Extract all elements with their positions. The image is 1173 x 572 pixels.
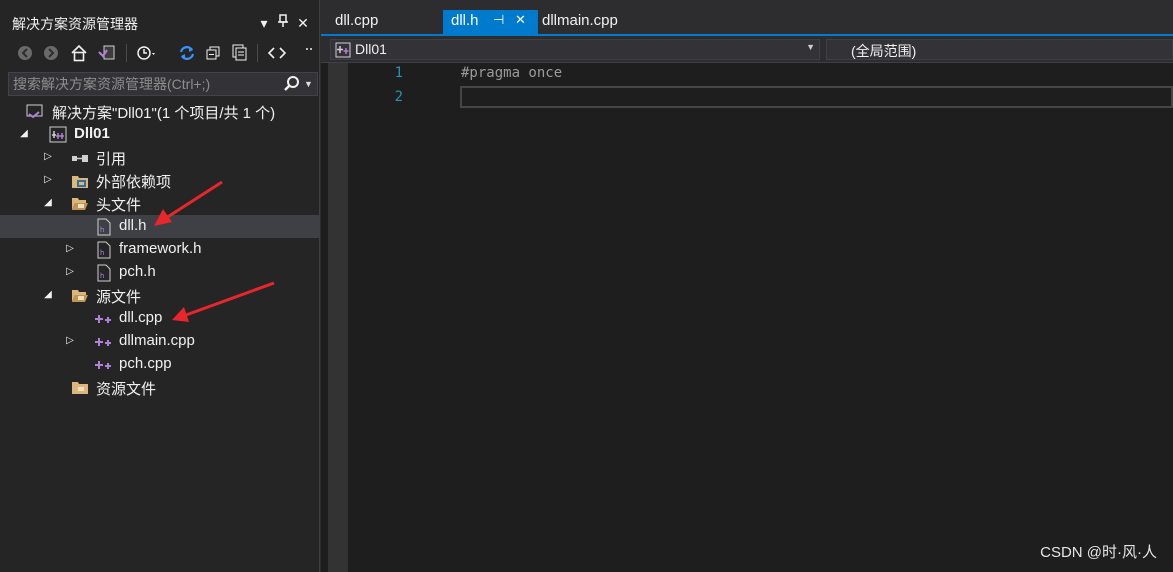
external-deps-label: 外部依赖项: [96, 174, 172, 191]
pch-cpp-label: pch.cpp: [119, 355, 172, 372]
tab-label: dll.h: [451, 12, 479, 29]
tab-label: dll.cpp: [335, 12, 379, 29]
expand-arrow-icon[interactable]: ▷: [42, 150, 54, 164]
code-editor[interactable]: 1 #pragma once 2 CSDN @时·风·人: [321, 63, 1173, 572]
tree-item-resource-folder[interactable]: 资源文件: [0, 376, 320, 399]
code-view-icon[interactable]: [266, 42, 288, 64]
explorer-title-bar: 解决方案资源管理器 ▾ ✕: [0, 10, 320, 36]
svg-text:h: h: [100, 226, 104, 234]
cpp-file-icon: [95, 333, 113, 351]
dll-cpp-label: dll.cpp: [119, 309, 163, 326]
search-icon[interactable]: [283, 75, 301, 93]
close-tab-icon[interactable]: ✕: [515, 12, 526, 28]
project-label: Dll01: [74, 125, 110, 142]
cpp-file-icon: [95, 356, 113, 374]
collapse-all-icon[interactable]: [202, 42, 224, 64]
refresh-icon[interactable]: [176, 42, 198, 64]
references-label: 引用: [96, 151, 127, 168]
current-line-highlight[interactable]: [460, 86, 1173, 108]
tree-item-external-deps[interactable]: ▷ 外部依赖项: [0, 169, 320, 192]
tree-item-pch-h[interactable]: ▷ h pch.h: [0, 261, 320, 284]
header-file-icon: h: [95, 241, 113, 259]
solution-explorer: 解决方案资源管理器 ▾ ✕ 搜索解决方案资源管理器(Ctrl+;) ▼ 解决方案…: [0, 0, 320, 572]
expand-arrow-icon[interactable]: ▷: [64, 334, 76, 348]
document-tab-bar: dll.cpp dll.h ⊣ ✕ dllmain.cpp: [321, 0, 1173, 36]
explorer-search-box[interactable]: ▼: [8, 72, 318, 96]
tab-dll-cpp[interactable]: dll.cpp: [327, 10, 386, 34]
folder-icon: [71, 379, 89, 397]
tree-item-dll-h[interactable]: h dll.h: [0, 215, 320, 238]
framework-h-label: framework.h: [119, 240, 202, 257]
tree-item-header-folder[interactable]: ◢ 头文件: [0, 192, 320, 215]
explorer-toolbar: [0, 38, 320, 68]
project-icon: [335, 42, 351, 58]
editor-margin: [328, 63, 348, 572]
code-line[interactable]: #pragma once: [461, 65, 562, 81]
navigation-bar: Dll01 ▼ (全局范围): [321, 36, 1173, 63]
header-folder-label: 头文件: [96, 197, 142, 214]
tab-label: dllmain.cpp: [542, 12, 618, 29]
tab-dll-h[interactable]: dll.h ⊣ ✕: [443, 10, 538, 34]
explorer-title: 解决方案资源管理器: [12, 16, 138, 32]
solution-label: 解决方案"Dll01"(1 个项目/共 1 个): [52, 105, 276, 122]
scope-dropdown-value: (全局范围): [851, 43, 917, 59]
search-options-dropdown[interactable]: ▼: [304, 77, 314, 91]
watermark: CSDN @时·风·人: [1040, 544, 1157, 561]
tree-item-project[interactable]: ◢ Dll01: [0, 123, 320, 146]
project-dropdown[interactable]: Dll01 ▼: [330, 39, 820, 60]
tree-item-solution[interactable]: 解决方案"Dll01"(1 个项目/共 1 个): [0, 100, 320, 123]
explorer-search-input[interactable]: [13, 75, 283, 93]
show-all-files-icon[interactable]: [228, 42, 250, 64]
dll-h-label: dll.h: [119, 217, 147, 234]
line-number: 1: [394, 65, 403, 81]
expand-arrow-icon[interactable]: ▷: [64, 242, 76, 256]
header-file-icon: h: [95, 218, 113, 236]
tree-item-pch-cpp[interactable]: pch.cpp: [0, 353, 320, 376]
scope-dropdown[interactable]: (全局范围): [826, 39, 1173, 60]
project-dropdown-value: Dll01: [355, 41, 387, 57]
expand-arrow-icon[interactable]: ▷: [64, 265, 76, 279]
tree-item-source-folder[interactable]: ◢ 源文件: [0, 284, 320, 307]
pin-icon[interactable]: [274, 13, 292, 33]
source-folder-label: 源文件: [96, 289, 142, 306]
forward-icon[interactable]: [40, 42, 62, 64]
svg-text:h: h: [100, 249, 104, 257]
dllmain-cpp-label: dllmain.cpp: [119, 332, 195, 349]
switch-views-icon[interactable]: [96, 42, 118, 64]
external-deps-icon: [71, 172, 89, 190]
line-number: 2: [394, 89, 403, 105]
collapse-arrow-icon[interactable]: ◢: [42, 288, 54, 302]
pch-h-label: pch.h: [119, 263, 156, 280]
back-icon[interactable]: [14, 42, 36, 64]
tree-item-framework-h[interactable]: ▷ h framework.h: [0, 238, 320, 261]
collapse-arrow-icon[interactable]: ◢: [18, 127, 30, 141]
open-folder-icon: [71, 195, 89, 213]
chevron-down-icon: ▼: [806, 42, 815, 52]
tab-dllmain-cpp[interactable]: dllmain.cpp: [534, 10, 626, 34]
pin-tab-icon[interactable]: ⊣: [493, 12, 504, 28]
open-folder-icon: [71, 287, 89, 305]
resource-folder-label: 资源文件: [96, 381, 157, 398]
cpp-file-icon: [95, 310, 113, 328]
window-position-dropdown[interactable]: ▾: [255, 13, 273, 33]
history-icon[interactable]: [136, 42, 158, 64]
project-icon: [49, 126, 67, 144]
tree-item-references[interactable]: ▷ 引用: [0, 146, 320, 169]
header-file-icon: h: [95, 264, 113, 282]
expand-arrow-icon[interactable]: ▷: [42, 173, 54, 187]
close-explorer-button[interactable]: ✕: [294, 13, 312, 33]
collapse-arrow-icon[interactable]: ◢: [42, 196, 54, 210]
toolbar-overflow-icon[interactable]: [298, 42, 320, 64]
svg-text:h: h: [100, 272, 104, 280]
tree-item-dll-cpp[interactable]: dll.cpp: [0, 307, 320, 330]
references-icon: [71, 149, 89, 167]
solution-icon: [26, 103, 44, 121]
tree-item-dllmain-cpp[interactable]: ▷ dllmain.cpp: [0, 330, 320, 353]
home-icon[interactable]: [68, 42, 90, 64]
